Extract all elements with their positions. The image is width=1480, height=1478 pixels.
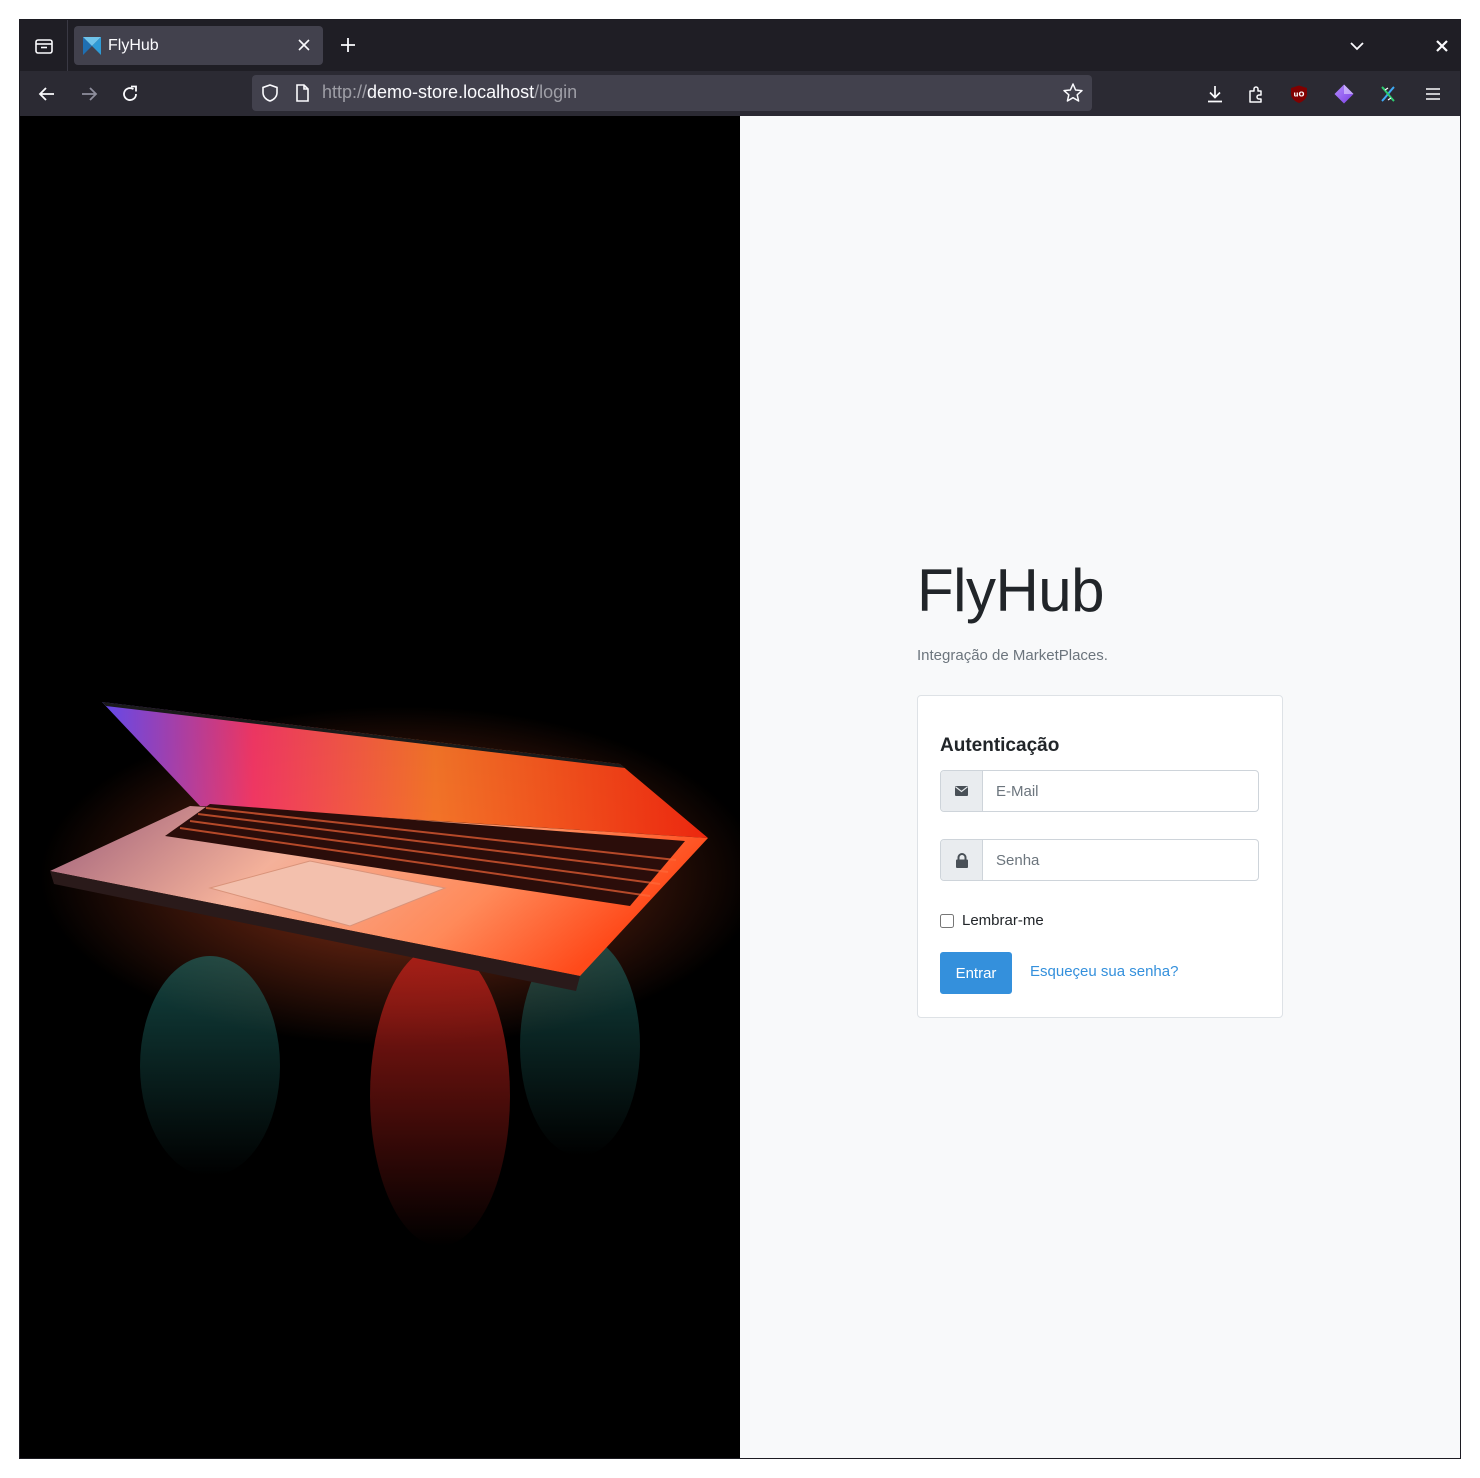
- chevron-down-icon: [1350, 42, 1364, 51]
- tab-close-button[interactable]: [295, 36, 313, 54]
- url-path: /login: [534, 82, 578, 102]
- hero-image: [20, 116, 740, 1458]
- email-input-group: [940, 770, 1259, 812]
- plus-icon: [341, 38, 355, 52]
- envelope-icon: [955, 786, 968, 796]
- browser-window: FlyHub http://demo-store.localhost/login…: [19, 19, 1461, 1459]
- card-title: Autenticação: [940, 735, 1060, 756]
- brand-title: FlyHub: [917, 557, 1105, 624]
- lock-icon: [955, 852, 968, 868]
- email-field[interactable]: [983, 771, 1258, 811]
- ublock-shield-icon: uO: [1291, 85, 1307, 103]
- puzzle-piece-icon: [1249, 86, 1262, 103]
- remember-me-label[interactable]: Lembrar-me: [962, 912, 1044, 929]
- downloads-button[interactable]: [1202, 81, 1228, 107]
- forward-button[interactable]: [75, 80, 103, 108]
- tab-flyhub[interactable]: FlyHub: [74, 26, 323, 65]
- login-button[interactable]: Entrar: [940, 952, 1012, 994]
- page-content: FlyHub Integração de MarketPlaces. Auten…: [20, 116, 1460, 1458]
- url-bar[interactable]: http://demo-store.localhost/login: [252, 75, 1092, 111]
- brand-tagline: Integração de MarketPlaces.: [917, 647, 1108, 664]
- ublock-origin-button[interactable]: uO: [1286, 81, 1312, 107]
- dna-icon: [1381, 86, 1395, 102]
- extension-dna-button[interactable]: [1375, 81, 1401, 107]
- diamond-icon: [1334, 84, 1354, 104]
- app-menu-button[interactable]: [1420, 81, 1446, 107]
- download-icon: [1208, 86, 1222, 103]
- url-text[interactable]: http://demo-store.localhost/login: [322, 82, 577, 103]
- arrow-right-icon: [82, 87, 98, 101]
- list-all-tabs-button[interactable]: [1345, 34, 1369, 58]
- login-panel: FlyHub Integração de MarketPlaces. Auten…: [740, 116, 1460, 1458]
- extension-diamond-button[interactable]: [1331, 81, 1357, 107]
- bookmark-star-icon[interactable]: [1062, 82, 1084, 104]
- url-host: demo-store.localhost: [367, 82, 535, 102]
- extensions-button[interactable]: [1243, 81, 1269, 107]
- email-addon: [941, 771, 983, 811]
- firefox-view-button[interactable]: [20, 20, 68, 71]
- back-button[interactable]: [33, 80, 61, 108]
- password-addon: [941, 840, 983, 880]
- remember-me: Lembrar-me: [940, 912, 1044, 929]
- window-close-button[interactable]: [1430, 34, 1454, 58]
- reload-button[interactable]: [116, 80, 144, 108]
- tab-title: FlyHub: [108, 36, 159, 54]
- password-field[interactable]: [983, 840, 1258, 880]
- tab-strip: FlyHub: [20, 20, 1460, 71]
- flyhub-logo-icon: [83, 36, 101, 55]
- hamburger-menu-icon: [1426, 88, 1440, 100]
- close-icon: [1436, 40, 1448, 52]
- new-tab-button[interactable]: [336, 33, 360, 57]
- url-scheme: http://: [322, 82, 368, 102]
- page-info-icon[interactable]: [292, 83, 312, 103]
- laptop-illustration: [20, 116, 740, 1458]
- password-input-group: [940, 839, 1259, 881]
- firefox-view-icon: [34, 38, 53, 54]
- login-card: Autenticação E-Mail Lembrar-me Entrar Es…: [917, 695, 1283, 1018]
- forgot-password-link[interactable]: Esqueçeu sua senha?: [1030, 963, 1178, 980]
- remember-me-checkbox[interactable]: [940, 913, 954, 928]
- tracking-protection-shield-icon[interactable]: [260, 83, 280, 103]
- svg-text:uO: uO: [1294, 91, 1305, 99]
- reload-icon: [123, 85, 137, 101]
- navigation-toolbar: http://demo-store.localhost/login uO: [20, 71, 1460, 116]
- close-icon: [298, 39, 310, 51]
- arrow-left-icon: [38, 87, 54, 101]
